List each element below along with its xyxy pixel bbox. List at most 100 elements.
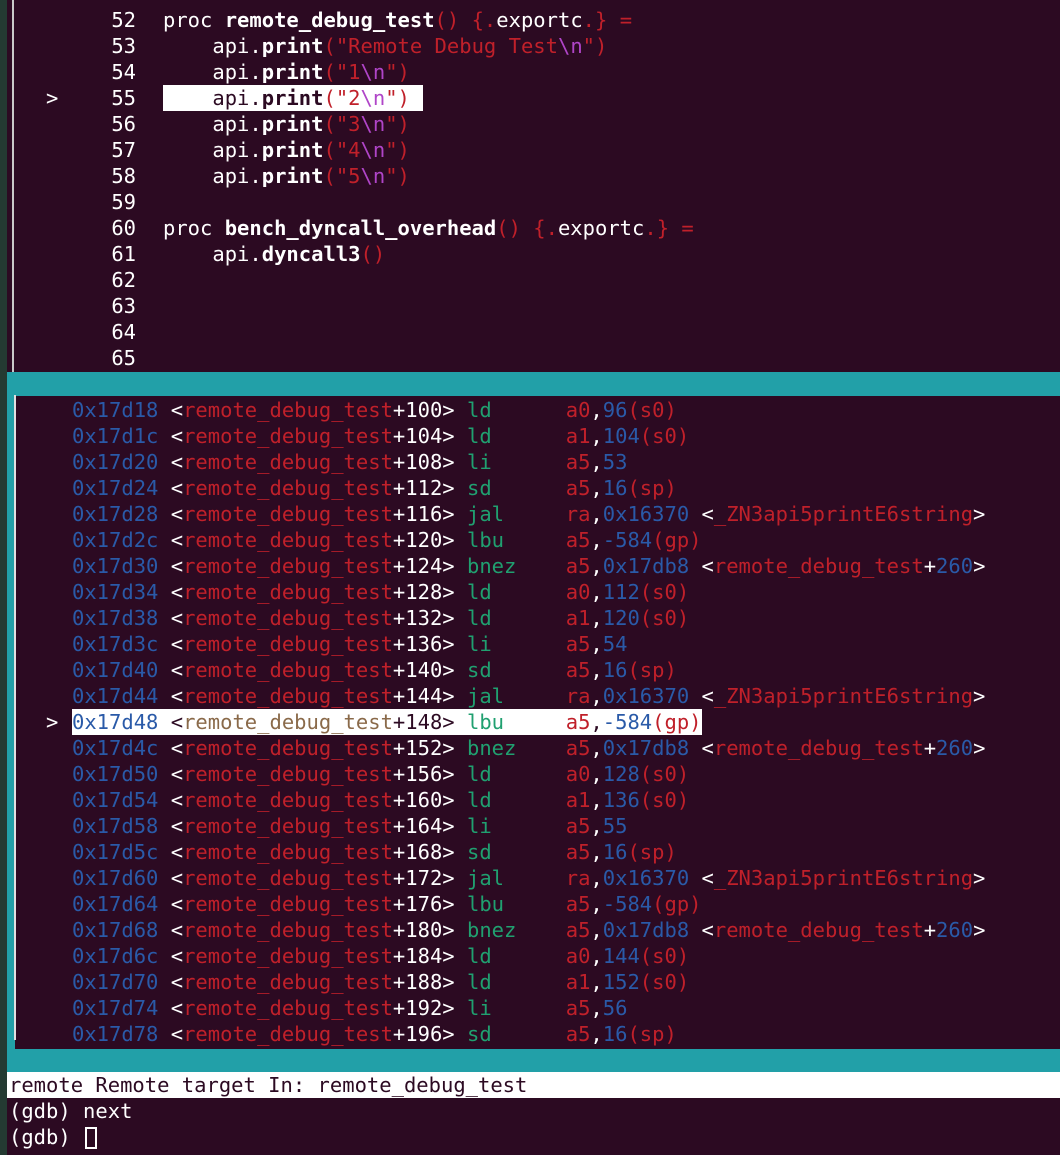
asm-line[interactable]: 0x17d54 <remote_debug_test+160> ld a1,13… bbox=[72, 787, 689, 813]
source-line-marker bbox=[46, 33, 66, 59]
asm-bracket: < bbox=[158, 944, 184, 968]
asm-line[interactable]: 0x17d44 <remote_debug_test+144> jal ra,0… bbox=[72, 683, 985, 709]
asm-line[interactable]: 0x17d6c <remote_debug_test+184> ld a0,14… bbox=[72, 943, 689, 969]
asm-operand: a5 bbox=[565, 632, 591, 656]
asm-line[interactable]: 0x17d74 <remote_debug_test+192> li a5,56 bbox=[72, 995, 627, 1021]
source-token: "Remote Debug Test bbox=[335, 34, 558, 58]
asm-operand: 136 bbox=[602, 788, 640, 812]
asm-line[interactable]: 0x17d50 <remote_debug_test+156> ld a0,12… bbox=[72, 761, 689, 787]
asm-operand: + bbox=[923, 554, 937, 578]
asm-line[interactable]: 0x17d38 <remote_debug_test+132> ld a1,12… bbox=[72, 605, 689, 631]
source-token: ( bbox=[323, 138, 336, 162]
asm-offset: +108> bbox=[392, 450, 467, 474]
asm-symbol: remote_debug_test bbox=[183, 840, 393, 864]
asm-line[interactable]: 0x17d60 <remote_debug_test+172> jal ra,0… bbox=[72, 865, 985, 891]
asm-instruction: sd bbox=[466, 476, 566, 500]
asm-operand: 0x16370 bbox=[602, 866, 690, 890]
asm-line[interactable]: 0x17d18 <remote_debug_test+100> ld a0,96… bbox=[72, 397, 677, 423]
asm-address: 0x17d40 bbox=[72, 658, 159, 682]
source-line[interactable]: api.print("3\n") bbox=[163, 111, 410, 137]
asm-line-marker bbox=[46, 683, 66, 709]
asm-operand: ra bbox=[565, 866, 591, 890]
asm-line[interactable]: 0x17d24 <remote_debug_test+112> sd a5,16… bbox=[72, 475, 677, 501]
source-line[interactable]: proc remote_debug_test() {.exportc.} = bbox=[163, 7, 632, 33]
asm-symbol: remote_debug_test bbox=[183, 918, 393, 942]
asm-line[interactable]: 0x17d1c <remote_debug_test+104> ld a1,10… bbox=[72, 423, 689, 449]
source-token: exportc bbox=[557, 216, 645, 240]
asm-line-marker bbox=[46, 579, 66, 605]
asm-offset: +112> bbox=[392, 476, 467, 500]
console-prompt-line[interactable]: (gdb) bbox=[9, 1124, 98, 1150]
source-line[interactable]: api.print("5\n") bbox=[163, 163, 410, 189]
source-line[interactable]: api.print("1\n") bbox=[163, 59, 410, 85]
asm-line[interactable]: 0x17d4c <remote_debug_test+152> bnez a5,… bbox=[72, 735, 985, 761]
source-line-marker bbox=[46, 137, 66, 163]
asm-line[interactable]: 0x17d3c <remote_debug_test+136> li a5,54 bbox=[72, 631, 627, 657]
asm-line-marker bbox=[46, 527, 66, 553]
asm-operand: , bbox=[590, 684, 603, 708]
asm-address: 0x17d70 bbox=[72, 970, 159, 994]
source-line-current[interactable]: api.print("2\n") bbox=[163, 85, 423, 111]
asm-line[interactable]: 0x17d34 <remote_debug_test+128> ld a0,11… bbox=[72, 579, 689, 605]
asm-offset: +148> bbox=[392, 710, 467, 734]
asm-offset: +140> bbox=[392, 658, 467, 682]
asm-offset: +156> bbox=[392, 762, 467, 786]
asm-symbol: remote_debug_test bbox=[183, 632, 393, 656]
asm-line[interactable]: 0x17d68 <remote_debug_test+180> bnez a5,… bbox=[72, 917, 985, 943]
asm-line[interactable]: 0x17d2c <remote_debug_test+120> lbu a5,-… bbox=[72, 527, 702, 553]
asm-offset: +196> bbox=[392, 1022, 467, 1046]
asm-symbol: remote_debug_test bbox=[183, 424, 393, 448]
asm-operand: , bbox=[590, 996, 603, 1020]
asm-line[interactable]: 0x17d40 <remote_debug_test+140> sd a5,16… bbox=[72, 657, 677, 683]
source-token: ( bbox=[323, 34, 336, 58]
text-cursor[interactable] bbox=[85, 1127, 98, 1149]
asm-offset: +104> bbox=[392, 424, 467, 448]
asm-line[interactable]: 0x17d64 <remote_debug_test+176> lbu a5,-… bbox=[72, 891, 702, 917]
asm-line-marker bbox=[46, 1021, 66, 1047]
asm-address: 0x17d3c bbox=[72, 632, 159, 656]
asm-operand: > bbox=[973, 554, 986, 578]
asm-operand: > bbox=[973, 684, 986, 708]
source-token: ( bbox=[323, 112, 336, 136]
asm-line[interactable]: 0x17d70 <remote_debug_test+188> ld a1,15… bbox=[72, 969, 689, 995]
asm-operand: a1 bbox=[565, 424, 591, 448]
source-token: ) bbox=[397, 112, 410, 136]
asm-bracket: < bbox=[158, 476, 184, 500]
asm-line-marker bbox=[46, 501, 66, 527]
source-line[interactable]: api.dyncall3() bbox=[163, 241, 385, 267]
asm-line[interactable]: 0x17d58 <remote_debug_test+164> li a5,55 bbox=[72, 813, 627, 839]
asm-operand: -584 bbox=[602, 892, 653, 916]
source-line-number: 53 bbox=[111, 34, 136, 58]
source-token: \n bbox=[360, 60, 386, 84]
asm-address: 0x17d38 bbox=[72, 606, 159, 630]
asm-line[interactable]: 0x17d5c <remote_debug_test+168> sd a5,16… bbox=[72, 839, 677, 865]
asm-address: 0x17d68 bbox=[72, 918, 159, 942]
asm-operand: 128 bbox=[602, 762, 640, 786]
asm-line[interactable]: 0x17d78 <remote_debug_test+196> sd a5,16… bbox=[72, 1021, 677, 1047]
asm-line[interactable]: 0x17d28 <remote_debug_test+116> jal ra,0… bbox=[72, 501, 985, 527]
asm-instruction: li bbox=[466, 996, 566, 1020]
asm-line[interactable]: 0x17d20 <remote_debug_test+108> li a5,53 bbox=[72, 449, 627, 475]
source-line-number: 62 bbox=[111, 268, 136, 292]
asm-operand: , bbox=[590, 866, 603, 890]
asm-bracket: < bbox=[158, 710, 184, 734]
source-line[interactable]: api.print("Remote Debug Test\n") bbox=[163, 33, 607, 59]
asm-line-current[interactable]: 0x17d48 <remote_debug_test+148> lbu a5,-… bbox=[72, 709, 702, 735]
assembly-pane-edge bbox=[14, 395, 16, 1040]
source-token: api. bbox=[163, 86, 262, 110]
asm-line[interactable]: 0x17d30 <remote_debug_test+124> bnez a5,… bbox=[72, 553, 985, 579]
asm-symbol: remote_debug_test bbox=[183, 762, 393, 786]
source-line[interactable]: api.print("4\n") bbox=[163, 137, 410, 163]
source-line-number: 54 bbox=[111, 60, 136, 84]
source-line[interactable]: proc bench_dyncall_overhead() {.exportc.… bbox=[163, 215, 694, 241]
asm-line-marker bbox=[46, 397, 66, 423]
source-line-marker bbox=[46, 293, 66, 319]
source-line-marker bbox=[46, 319, 66, 345]
asm-operand: , bbox=[590, 736, 603, 760]
asm-instruction: jal bbox=[466, 684, 566, 708]
asm-symbol: remote_debug_test bbox=[183, 710, 393, 734]
asm-instruction: bnez bbox=[466, 554, 566, 578]
source-line-number: 63 bbox=[111, 294, 136, 318]
asm-operand: a5 bbox=[565, 918, 591, 942]
asm-offset: +120> bbox=[392, 528, 467, 552]
